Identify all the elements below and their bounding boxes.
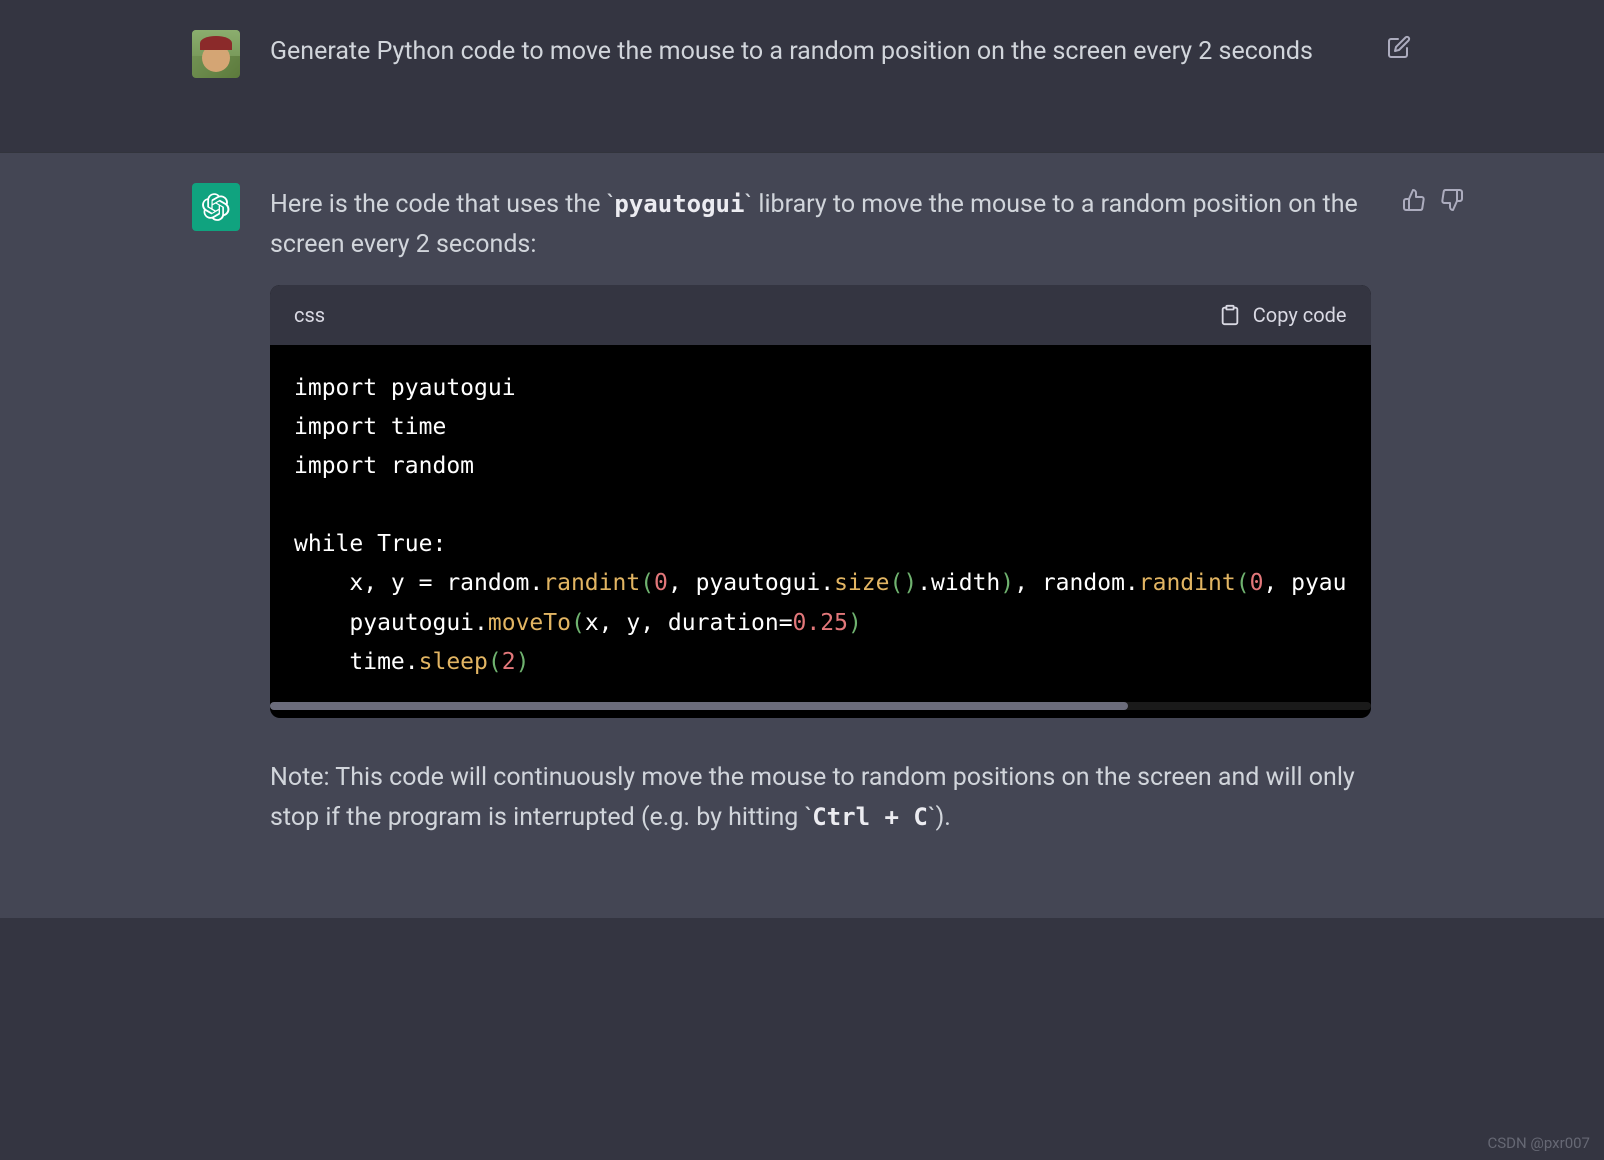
inline-code: Ctrl + C: [812, 803, 928, 831]
assistant-avatar: [192, 183, 240, 231]
user-message-text: Generate Python code to move the mouse t…: [270, 30, 1356, 92]
thumbs-up-icon[interactable]: [1401, 187, 1427, 213]
edit-icon[interactable]: [1386, 34, 1412, 60]
code-body[interactable]: import pyautogui import time import rand…: [270, 345, 1371, 702]
user-avatar: [192, 30, 240, 78]
code-header: css Copy code: [270, 285, 1371, 345]
user-message-section: Generate Python code to move the mouse t…: [0, 0, 1604, 152]
assistant-message-text: Here is the code that uses the `pyautogu…: [270, 183, 1371, 858]
code-horizontal-scrollbar[interactable]: [270, 702, 1371, 710]
watermark: CSDN @pxr007: [1487, 1134, 1590, 1152]
copy-code-button[interactable]: Copy code: [1219, 299, 1347, 331]
code-block: css Copy code import pyautogui import ti…: [270, 285, 1371, 718]
thumbs-down-icon[interactable]: [1439, 187, 1465, 213]
assistant-message-section: Here is the code that uses the `pyautogu…: [0, 152, 1604, 918]
inline-code: pyautogui: [614, 190, 744, 218]
clipboard-icon: [1219, 304, 1241, 326]
code-language-label: css: [294, 299, 325, 331]
